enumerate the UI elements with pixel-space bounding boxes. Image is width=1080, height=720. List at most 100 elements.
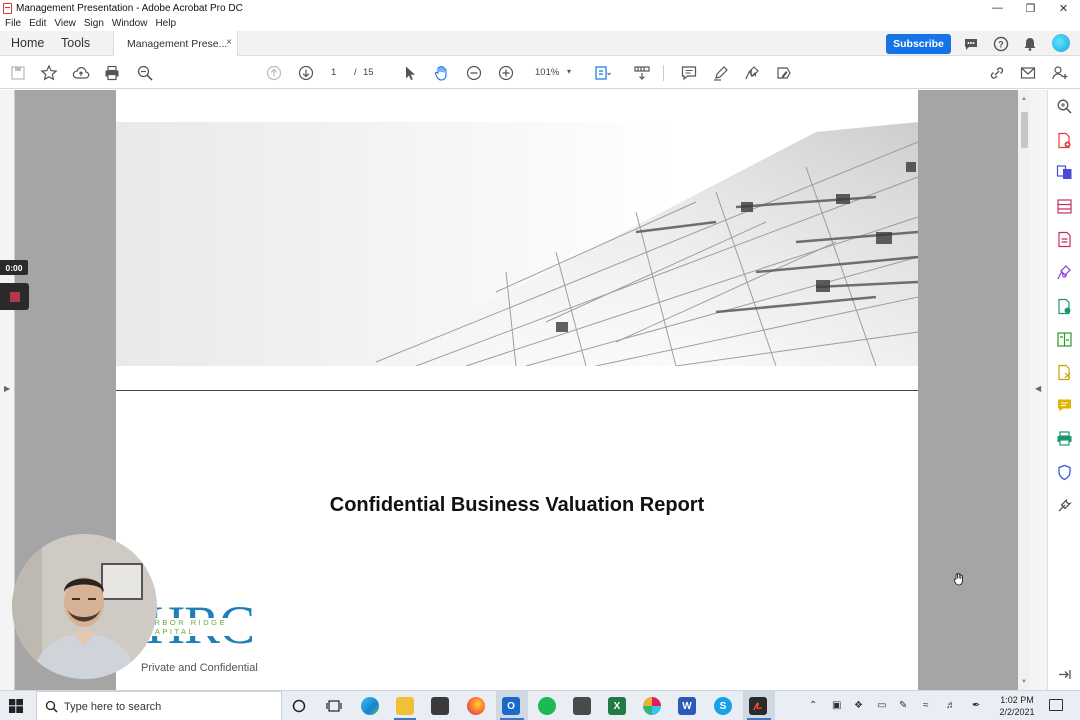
close-tab-icon[interactable]: × [226,37,232,48]
bell-icon[interactable] [1022,36,1038,52]
scan-ocr-icon[interactable] [1056,364,1073,381]
share-link-icon[interactable] [988,64,1006,82]
compare-files-icon[interactable] [1056,331,1073,348]
tray-overflow-icon[interactable]: ⌃ [809,700,817,711]
restore-icon[interactable]: ❐ [1014,0,1047,16]
toolbar-divider [663,65,664,81]
comment-tool-icon[interactable] [1056,397,1073,414]
tab-tools[interactable]: Tools [61,36,90,50]
export-pdf-icon[interactable] [1056,298,1073,315]
email-icon[interactable] [1019,64,1037,82]
tab-document[interactable]: Management Prese... × [113,31,238,56]
protect-shield-icon[interactable] [1056,464,1073,481]
firefox-icon[interactable] [467,697,485,715]
collapse-right-panel-icon[interactable]: ◀ [1035,384,1041,393]
scroll-down-icon[interactable]: ▼ [1021,679,1027,685]
acrobat-taskbar-icon[interactable] [749,697,767,715]
expand-left-panel-icon[interactable]: ▶ [4,384,10,393]
excel-icon[interactable]: X [608,697,626,715]
subscribe-button[interactable]: Subscribe [886,34,951,54]
add-user-icon[interactable] [1051,64,1069,82]
next-page-icon[interactable] [297,64,315,82]
report-title: Confidential Business Valuation Report [329,494,705,516]
sign-icon[interactable] [743,64,761,82]
menu-bar: File Edit View Sign Window Help [0,16,1080,31]
calculator-icon[interactable] [573,697,591,715]
menu-view[interactable]: View [54,18,76,29]
minimize-icon[interactable]: — [981,0,1014,16]
fit-page-icon[interactable] [593,64,611,82]
zoom-in-icon[interactable] [497,64,515,82]
search-tools-icon[interactable] [1056,98,1073,115]
right-panel-toggle-rail[interactable]: ◀ [1030,90,1047,690]
zoom-level[interactable]: 101% [535,67,559,78]
scroll-mode-icon[interactable] [633,64,651,82]
taskbar-search-box[interactable]: Type here to search [36,691,282,720]
wifi-icon[interactable]: ≈ [923,700,929,711]
file-explorer-icon[interactable] [396,697,414,715]
tab-home[interactable]: Home [11,36,44,50]
highlight-pen-icon[interactable] [712,64,730,82]
menu-sign[interactable]: Sign [84,18,104,29]
zoom-dropdown-icon[interactable]: ▾ [567,67,571,76]
word-icon[interactable]: W [678,697,696,715]
task-view-icon[interactable] [325,697,343,715]
upload-cloud-icon[interactable] [72,64,90,82]
volume-icon[interactable]: ♬ [946,700,956,711]
comment-icon[interactable] [680,64,698,82]
store-icon[interactable] [431,697,449,715]
windows-start-icon[interactable] [9,699,23,713]
scroll-up-icon[interactable]: ▲ [1021,96,1027,102]
comments-icon[interactable] [963,36,979,52]
dropbox-icon[interactable]: ❖ [854,700,863,711]
hand-tool-icon[interactable] [433,64,451,82]
skype-icon[interactable]: S [714,697,732,715]
webcam-overlay[interactable] [12,534,157,679]
scrollbar-thumb[interactable] [1021,112,1028,148]
tray-device-icon[interactable]: ▣ [832,700,841,711]
action-center-icon[interactable] [1049,699,1063,711]
vertical-scrollbar[interactable]: ▲ ▼ [1018,90,1030,690]
menu-window[interactable]: Window [112,18,148,29]
zoom-out-icon[interactable] [465,64,483,82]
zoom-search-icon[interactable] [136,64,154,82]
save-icon[interactable] [9,64,27,82]
search-icon [45,700,58,716]
create-pdf-icon[interactable] [1056,132,1073,149]
select-cursor-icon[interactable] [401,64,419,82]
menu-edit[interactable]: Edit [29,18,46,29]
help-icon[interactable]: ? [993,36,1009,52]
previous-page-icon[interactable] [265,64,283,82]
logo-subtitle: ARBOR RIDGE CAPITAL [146,618,266,636]
document-tab-label: Management Prese... [127,38,228,50]
toolbar: 1 / 15 101% ▾ [0,57,1080,89]
page-total: 15 [363,67,374,78]
print-icon[interactable] [103,64,121,82]
document-workspace[interactable]: ▶ Confidential Business Valuation Report… [0,90,1047,690]
taskbar-clock[interactable]: 1:02 PM 2/2/2021 [996,694,1038,718]
outlook-icon[interactable]: O [502,697,520,715]
close-window-icon[interactable]: ✕ [1047,0,1080,16]
pdf-page[interactable]: Confidential Business Valuation Report H… [116,90,918,690]
tray-pen-icon[interactable]: ✎ [899,700,907,711]
tray-monitor-icon[interactable]: ▭ [877,700,886,711]
pen-workspace-icon[interactable]: ✒ [972,700,980,711]
slack-icon[interactable] [643,697,661,715]
print-production-icon[interactable] [1056,430,1073,447]
edit-pdf-icon[interactable] [1056,231,1073,248]
combine-files-icon[interactable] [1056,164,1073,181]
edge-icon[interactable] [361,697,379,715]
user-avatar[interactable] [1052,34,1070,52]
collapse-tools-icon[interactable] [1056,666,1073,683]
cortana-icon[interactable] [290,697,308,715]
more-tools-icon[interactable] [1056,497,1073,514]
menu-help[interactable]: Help [155,18,176,29]
page-number-input[interactable]: 1 [331,67,336,78]
organize-pages-icon[interactable] [1056,198,1073,215]
menu-file[interactable]: File [5,18,21,29]
stop-recording-button[interactable] [0,283,29,310]
spotify-icon[interactable] [538,697,556,715]
fill-sign-icon[interactable] [775,64,793,82]
fill-and-sign-icon[interactable] [1056,264,1073,281]
star-icon[interactable] [40,64,58,82]
